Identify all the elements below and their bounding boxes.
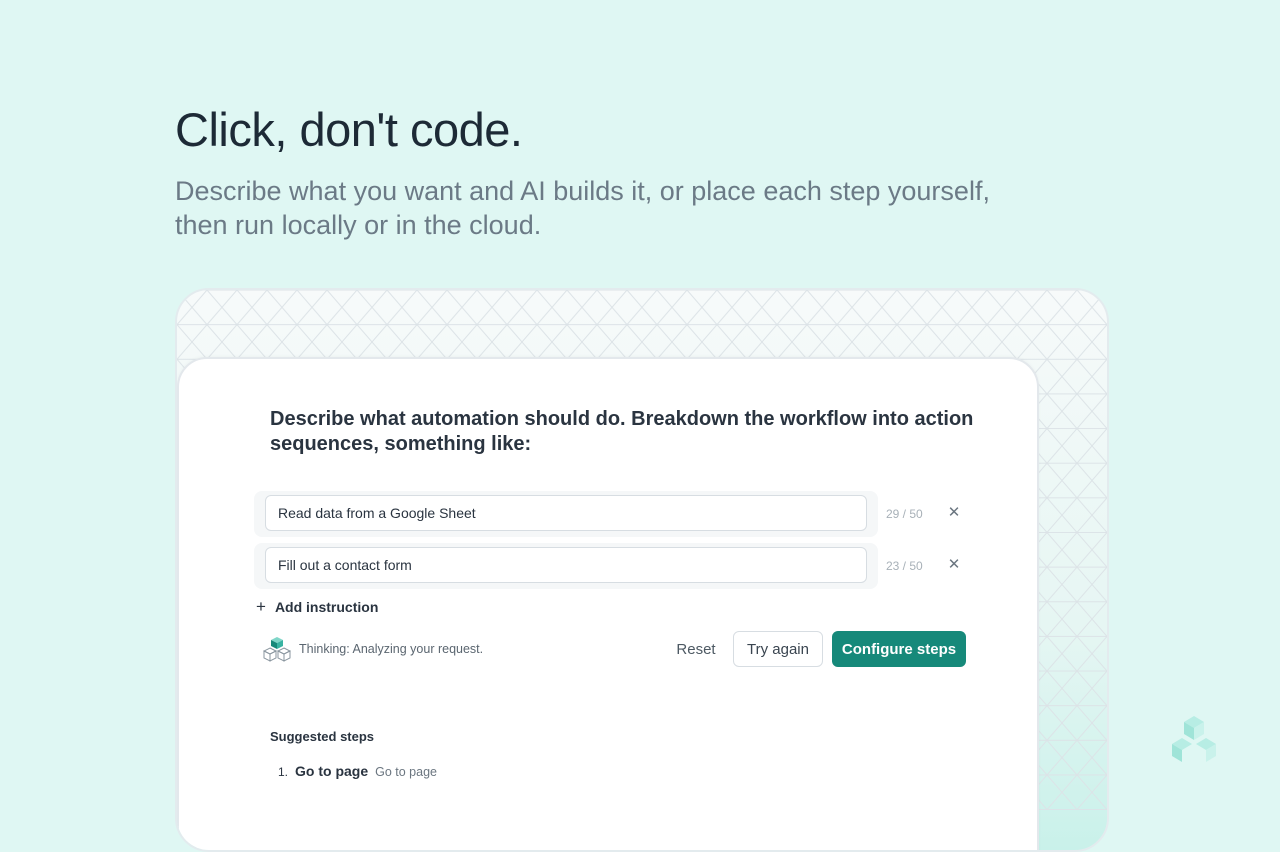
instruction-row xyxy=(254,543,878,589)
close-icon[interactable]: ✕ xyxy=(945,504,963,522)
char-counter: 23 / 50 xyxy=(886,559,923,573)
product-preview-frame: Describe what automation should do. Brea… xyxy=(175,288,1109,852)
thinking-status: Thinking: Analyzing your request. xyxy=(263,635,483,663)
automation-builder-card: Describe what automation should do. Brea… xyxy=(177,357,1039,850)
step-description: Go to page xyxy=(375,765,437,779)
reset-button[interactable]: Reset xyxy=(661,631,731,667)
step-name: Go to page xyxy=(295,763,369,779)
card-title: Describe what automation should do. Brea… xyxy=(270,408,974,455)
step-number: 1. xyxy=(278,765,289,779)
subheadline-line-2: then run locally or in the cloud. xyxy=(175,210,542,240)
instruction-row xyxy=(254,491,878,537)
char-counter: 29 / 50 xyxy=(886,507,923,521)
add-instruction-button[interactable]: + Add instruction xyxy=(256,597,379,616)
instruction-input[interactable] xyxy=(265,495,867,531)
close-icon[interactable]: ✕ xyxy=(945,556,963,574)
add-instruction-label: Add instruction xyxy=(274,599,379,615)
subheadline: Describe what you want and AI builds it,… xyxy=(175,174,1075,242)
configure-steps-button[interactable]: Configure steps xyxy=(832,631,966,667)
cubes-icon xyxy=(263,637,291,662)
instruction-input[interactable] xyxy=(265,547,867,583)
suggested-step[interactable]: 1. Go to page Go to page xyxy=(278,763,437,779)
suggested-steps-title: Suggested steps xyxy=(270,729,375,744)
subheadline-line-1: Describe what you want and AI builds it,… xyxy=(175,176,990,206)
try-again-button[interactable]: Try again xyxy=(733,631,823,667)
thinking-text: Thinking: Analyzing your request. xyxy=(299,642,484,656)
brand-logo-icon xyxy=(1172,716,1216,762)
headline: Click, don't code. xyxy=(175,103,523,156)
plus-icon: + xyxy=(256,597,266,616)
